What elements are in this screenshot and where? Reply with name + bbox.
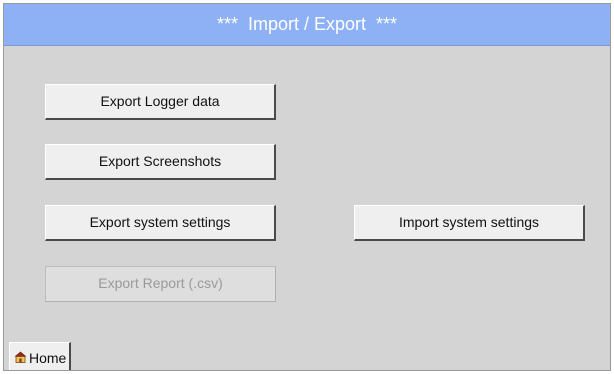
export-system-settings-button[interactable]: Export system settings	[45, 205, 276, 241]
home-tab[interactable]: Home	[9, 342, 71, 370]
import-export-screen: *** Import / Export *** Export Logger da…	[3, 3, 611, 371]
export-report-csv-button: Export Report (.csv)	[45, 266, 276, 302]
export-logger-data-button[interactable]: Export Logger data	[45, 84, 276, 120]
home-label: Home	[29, 350, 67, 366]
export-screenshots-button[interactable]: Export Screenshots	[45, 144, 276, 180]
page-title: *** Import / Export ***	[4, 4, 610, 46]
import-system-settings-button[interactable]: Import system settings	[354, 205, 585, 241]
house-icon	[14, 343, 27, 370]
